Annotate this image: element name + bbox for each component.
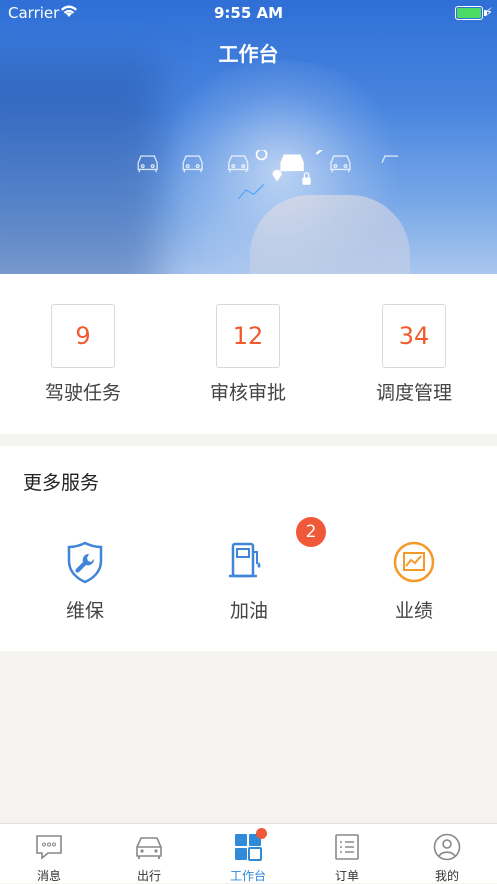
stat-count: 12 <box>216 304 280 368</box>
hero-illustration <box>137 150 399 200</box>
tab-travel[interactable]: 出行 <box>109 832 189 884</box>
more-services-section: 更多服务 维保 加油 2 业绩 <box>0 446 497 651</box>
profile-icon <box>432 832 462 862</box>
tab-orders[interactable]: 订单 <box>307 832 387 884</box>
section-title: 更多服务 <box>23 472 100 494</box>
chart-trend-icon <box>390 538 438 586</box>
order-list-icon <box>332 832 362 862</box>
service-label: 加油 <box>229 600 268 622</box>
hero-banner: Carrier 9:55 AM ⚡ 工作台 <box>0 0 497 274</box>
status-bar: Carrier 9:55 AM ⚡ <box>0 0 497 26</box>
bottom-tab-bar: 消息 出行 工作台 订单 我的 <box>0 823 497 883</box>
tab-workbench[interactable]: 工作台 <box>208 828 288 884</box>
page-title: 工作台 <box>218 42 279 66</box>
service-maintenance[interactable]: 维保 <box>25 538 145 623</box>
workbench-grid-icon <box>233 828 267 862</box>
notification-dot <box>256 828 267 839</box>
service-refuel[interactable]: 加油 <box>189 538 309 623</box>
service-label: 业绩 <box>394 600 433 622</box>
stats-panel: 9 驾驶任务 12 审核审批 34 调度管理 <box>0 274 497 434</box>
stat-count: 9 <box>51 304 115 368</box>
stat-count: 34 <box>382 304 446 368</box>
tab-messages[interactable]: 消息 <box>9 832 89 884</box>
stat-approvals[interactable]: 12 审核审批 <box>188 304 308 405</box>
charging-icon: ⚡ <box>484 5 493 19</box>
car-icon <box>134 832 164 862</box>
stat-driving-tasks[interactable]: 9 驾驶任务 <box>23 304 143 405</box>
stat-dispatch[interactable]: 34 调度管理 <box>354 304 474 405</box>
tab-label: 我的 <box>434 869 459 883</box>
tab-label: 消息 <box>36 869 61 883</box>
tab-label: 工作台 <box>229 869 266 883</box>
service-performance[interactable]: 业绩 <box>354 538 474 623</box>
stat-label: 驾驶任务 <box>44 382 121 404</box>
wrench-shield-icon <box>61 538 109 586</box>
tab-profile[interactable]: 我的 <box>407 832 487 884</box>
stat-label: 调度管理 <box>375 382 452 404</box>
stat-label: 审核审批 <box>209 382 286 404</box>
clock: 9:55 AM <box>213 4 284 22</box>
battery-icon <box>455 6 487 20</box>
tab-label: 出行 <box>136 869 161 883</box>
refuel-badge: 2 <box>296 517 326 547</box>
service-label: 维保 <box>65 600 104 622</box>
message-icon <box>34 832 64 862</box>
tab-label: 订单 <box>334 869 359 883</box>
fuel-pump-icon <box>225 538 273 586</box>
